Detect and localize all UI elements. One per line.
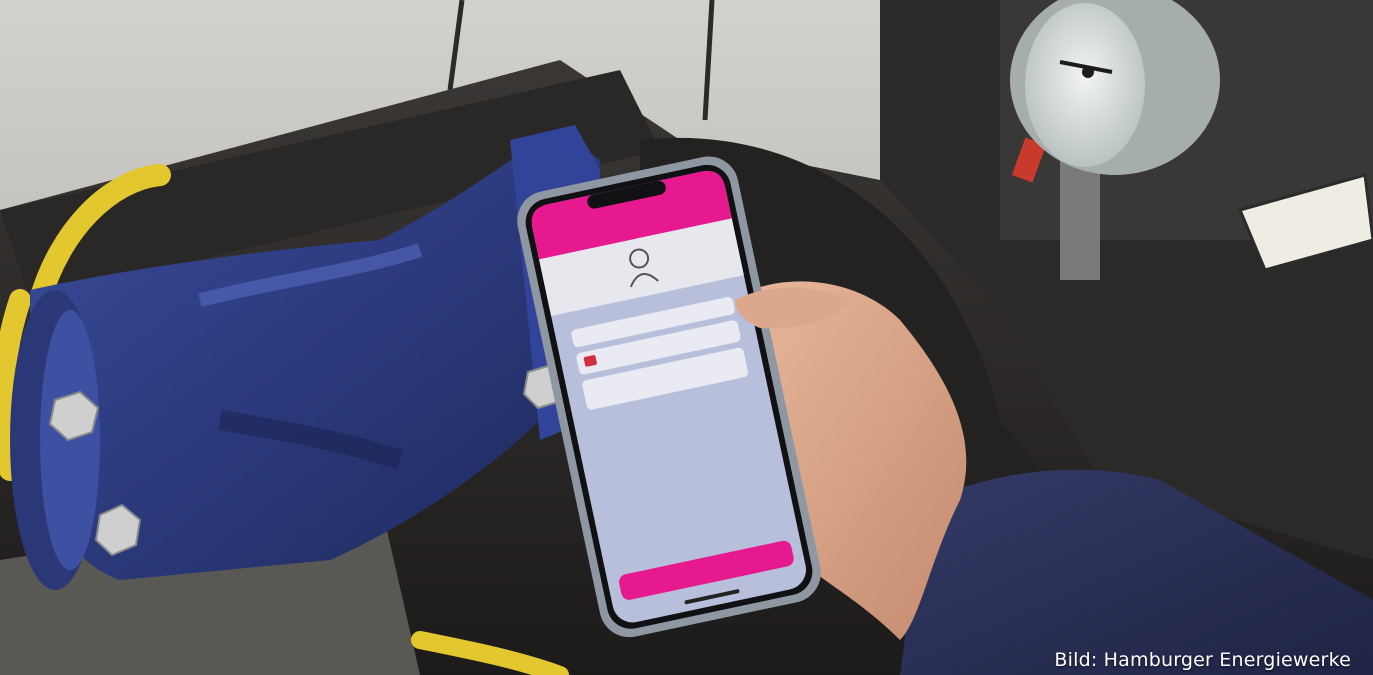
photo-credit: Bild: Hamburger Energiewerke [1054, 649, 1351, 671]
photo-illustration [0, 0, 1373, 675]
photo [0, 0, 1373, 675]
